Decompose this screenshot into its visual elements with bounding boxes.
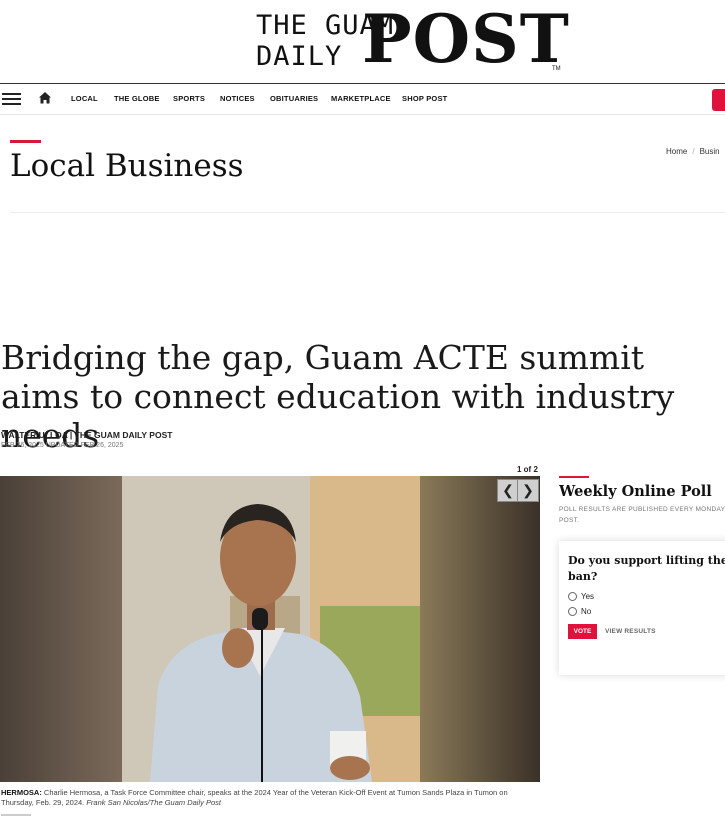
article-dates: FEB 26, 2025 UPDATED FEB 26, 2025 [1, 442, 124, 449]
poll-option-yes[interactable]: Yes [568, 592, 594, 601]
divider [0, 114, 725, 115]
vote-button[interactable]: VOTE [568, 624, 597, 639]
section-title: Local Business [10, 148, 244, 184]
main-nav: LOCAL THE GLOBE SPORTS NOTICES OBITUARIE… [0, 84, 725, 114]
chevron-right-icon[interactable]: ❯ [517, 479, 539, 502]
logo-text-post: POST [362, 0, 570, 78]
poll-card: Do you support lifting the fi ban? Yes N… [559, 541, 725, 675]
poll-accent [559, 476, 589, 478]
section-accent [10, 140, 41, 143]
nav-local[interactable]: LOCAL [71, 94, 98, 103]
article-byline[interactable]: WALTER ULLOA | THE GUAM DAILY POST [1, 430, 172, 440]
nav-shop-post[interactable]: SHOP POST [402, 94, 447, 103]
more-indicator [1, 814, 31, 816]
radio-icon[interactable] [568, 607, 577, 616]
breadcrumb-home[interactable]: Home [666, 147, 687, 156]
masthead[interactable]: THE GUAM DAILY POST TM [0, 0, 725, 82]
home-icon[interactable] [38, 91, 52, 105]
chevron-left-icon[interactable]: ❮ [497, 479, 519, 502]
poll-question: Do you support lifting the fi ban? [568, 554, 725, 583]
nav-obituaries[interactable]: OBITUARIES [270, 94, 318, 103]
gallery-counter: 1 of 2 [517, 465, 538, 474]
breadcrumb: Home / Busin [666, 147, 720, 156]
trademark: TM [552, 66, 561, 72]
view-results-link[interactable]: VIEW RESULTS [605, 628, 656, 635]
divider [10, 212, 725, 213]
nav-marketplace[interactable]: MARKETPLACE [331, 94, 391, 103]
radio-icon[interactable] [568, 592, 577, 601]
poll-heading: Weekly Online Poll [559, 483, 712, 500]
article-photo[interactable] [0, 476, 540, 782]
poll-note: POLL RESULTS ARE PUBLISHED EVERY MONDAY … [559, 506, 725, 524]
hamburger-icon[interactable] [2, 93, 21, 105]
poll-option-no[interactable]: No [568, 607, 591, 616]
breadcrumb-current[interactable]: Busin [700, 147, 720, 156]
nav-the-globe[interactable]: THE GLOBE [114, 94, 160, 103]
nav-action-button[interactable] [712, 89, 725, 111]
nav-notices[interactable]: NOTICES [220, 94, 255, 103]
nav-sports[interactable]: SPORTS [173, 94, 205, 103]
photo-caption: HERMOSA: Charlie Hermosa, a Task Force C… [1, 788, 508, 807]
